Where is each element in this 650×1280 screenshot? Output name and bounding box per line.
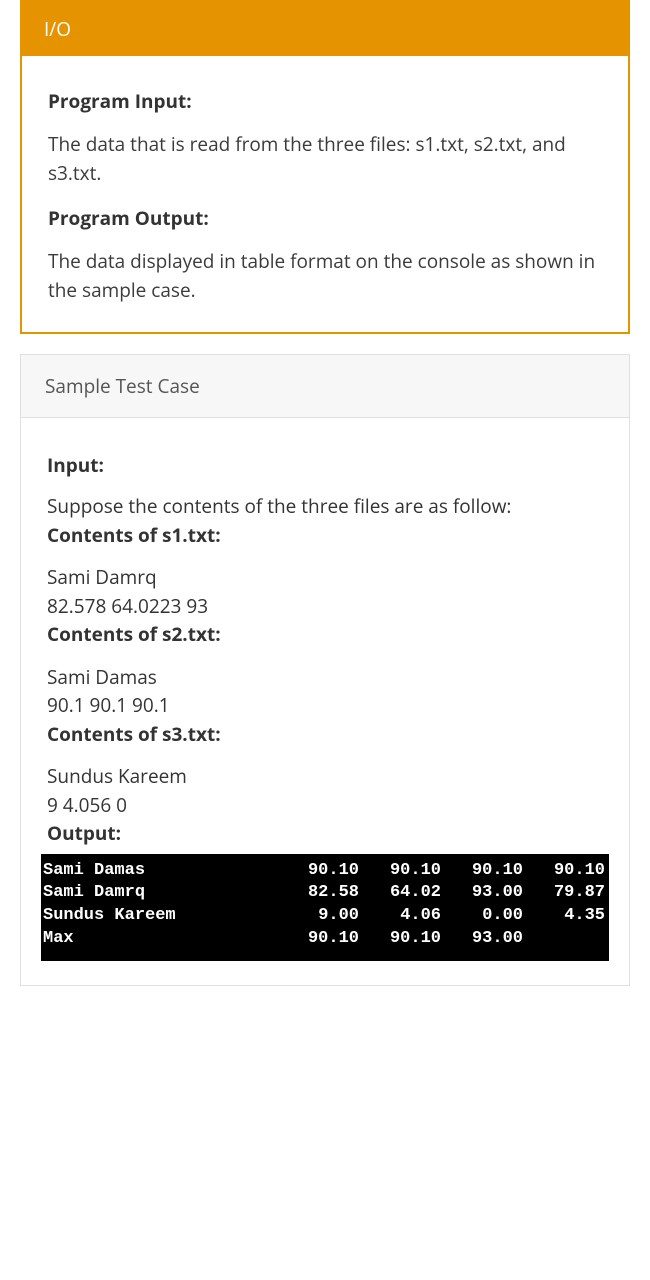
- console-col: 90.10: [363, 860, 445, 883]
- console-col: 90.10: [363, 928, 445, 951]
- s1-values: 82.578 64.0223 93: [47, 592, 603, 621]
- console-col: 93.00: [445, 882, 527, 905]
- console-row: Sami Damas 90.10 90.10 90.10 90.10: [41, 860, 609, 883]
- io-tab-header: I/O: [22, 2, 628, 56]
- io-card: I/O Program Input: The data that is read…: [20, 0, 630, 334]
- program-input-text: The data that is read from the three fil…: [48, 130, 602, 187]
- console-col: 82.58: [281, 882, 363, 905]
- s1-label: Contents of s1.txt:: [47, 521, 603, 550]
- s2-name: Sami Damas: [47, 663, 603, 692]
- input-heading: Input:: [47, 452, 603, 478]
- output-heading: Output:: [47, 819, 603, 848]
- console-col: 4.06: [363, 905, 445, 928]
- console-col: [527, 928, 609, 951]
- program-input-heading: Program Input:: [48, 88, 602, 114]
- s1-name: Sami Damrq: [47, 563, 603, 592]
- console-name: Sundus Kareem: [41, 905, 281, 928]
- console-col: 4.35: [527, 905, 609, 928]
- console-col: 0.00: [445, 905, 527, 928]
- console-col: 93.00: [445, 928, 527, 951]
- console-col: 79.87: [527, 882, 609, 905]
- console-col: 9.00: [281, 905, 363, 928]
- sample-card: Sample Test Case Input: Suppose the cont…: [20, 354, 630, 986]
- s3-label: Contents of s3.txt:: [47, 720, 603, 749]
- s3-values: 9 4.056 0: [47, 791, 603, 820]
- console-col: 90.10: [527, 860, 609, 883]
- program-output-text: The data displayed in table format on th…: [48, 247, 602, 304]
- console-col: 90.10: [281, 860, 363, 883]
- console-col: 64.02: [363, 882, 445, 905]
- console-name: Max: [41, 928, 281, 951]
- console-name: Sami Damas: [41, 860, 281, 883]
- input-intro: Suppose the contents of the three files …: [47, 492, 603, 521]
- s2-label: Contents of s2.txt:: [47, 620, 603, 649]
- s3-name: Sundus Kareem: [47, 762, 603, 791]
- console-col: 90.10: [445, 860, 527, 883]
- console-name: Sami Damrq: [41, 882, 281, 905]
- io-body: Program Input: The data that is read fro…: [22, 56, 628, 332]
- console-row: Max 90.10 90.10 93.00: [41, 928, 609, 951]
- program-output-heading: Program Output:: [48, 205, 602, 231]
- console-col: 90.10: [281, 928, 363, 951]
- console-row: Sundus Kareem 9.00 4.06 0.00 4.35: [41, 905, 609, 928]
- sample-body: Input: Suppose the contents of the three…: [21, 418, 629, 985]
- console-row: Sami Damrq 82.58 64.02 93.00 79.87: [41, 882, 609, 905]
- sample-header: Sample Test Case: [21, 355, 629, 418]
- s2-values: 90.1 90.1 90.1: [47, 691, 603, 720]
- console-output: Sami Damas 90.10 90.10 90.10 90.10 Sami …: [41, 854, 609, 962]
